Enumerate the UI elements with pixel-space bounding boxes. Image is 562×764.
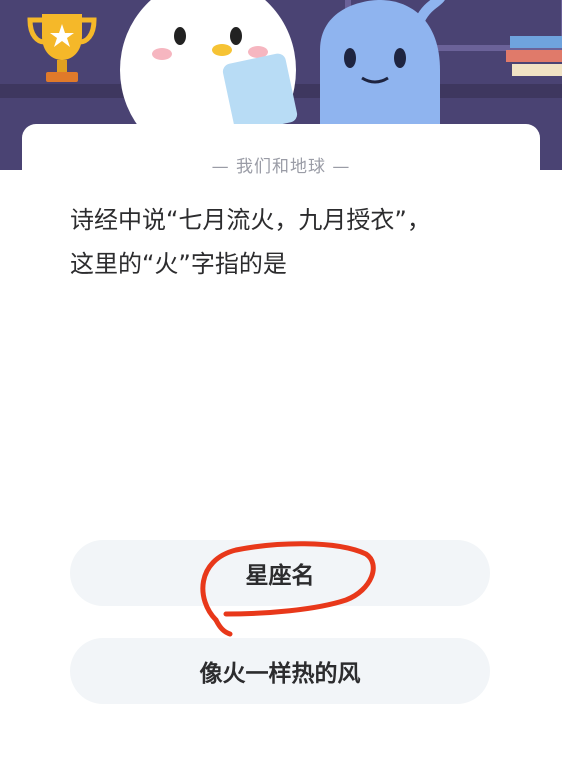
answer-option-1-label: 星座名 xyxy=(245,563,315,589)
answer-option-1[interactable]: 星座名 xyxy=(70,540,490,606)
question-line-2: 这里的“火”字指的是 xyxy=(70,250,287,278)
question-line-1: 诗经中说“七月流火，九月授衣”， xyxy=(70,206,431,234)
question-card: — 我们和地球 — 诗经中说“七月流火，九月授衣”， 这里的“火”字指的是 星座… xyxy=(22,124,540,764)
question-text: 诗经中说“七月流火，九月授衣”， 这里的“火”字指的是 xyxy=(70,198,500,286)
trophy-icon xyxy=(27,14,97,82)
answer-option-2[interactable]: 像火一样热的风 xyxy=(70,638,490,704)
category-label: — 我们和地球 — xyxy=(211,157,351,177)
answer-option-2-label: 像火一样热的风 xyxy=(199,661,361,687)
books-icon xyxy=(506,36,562,76)
